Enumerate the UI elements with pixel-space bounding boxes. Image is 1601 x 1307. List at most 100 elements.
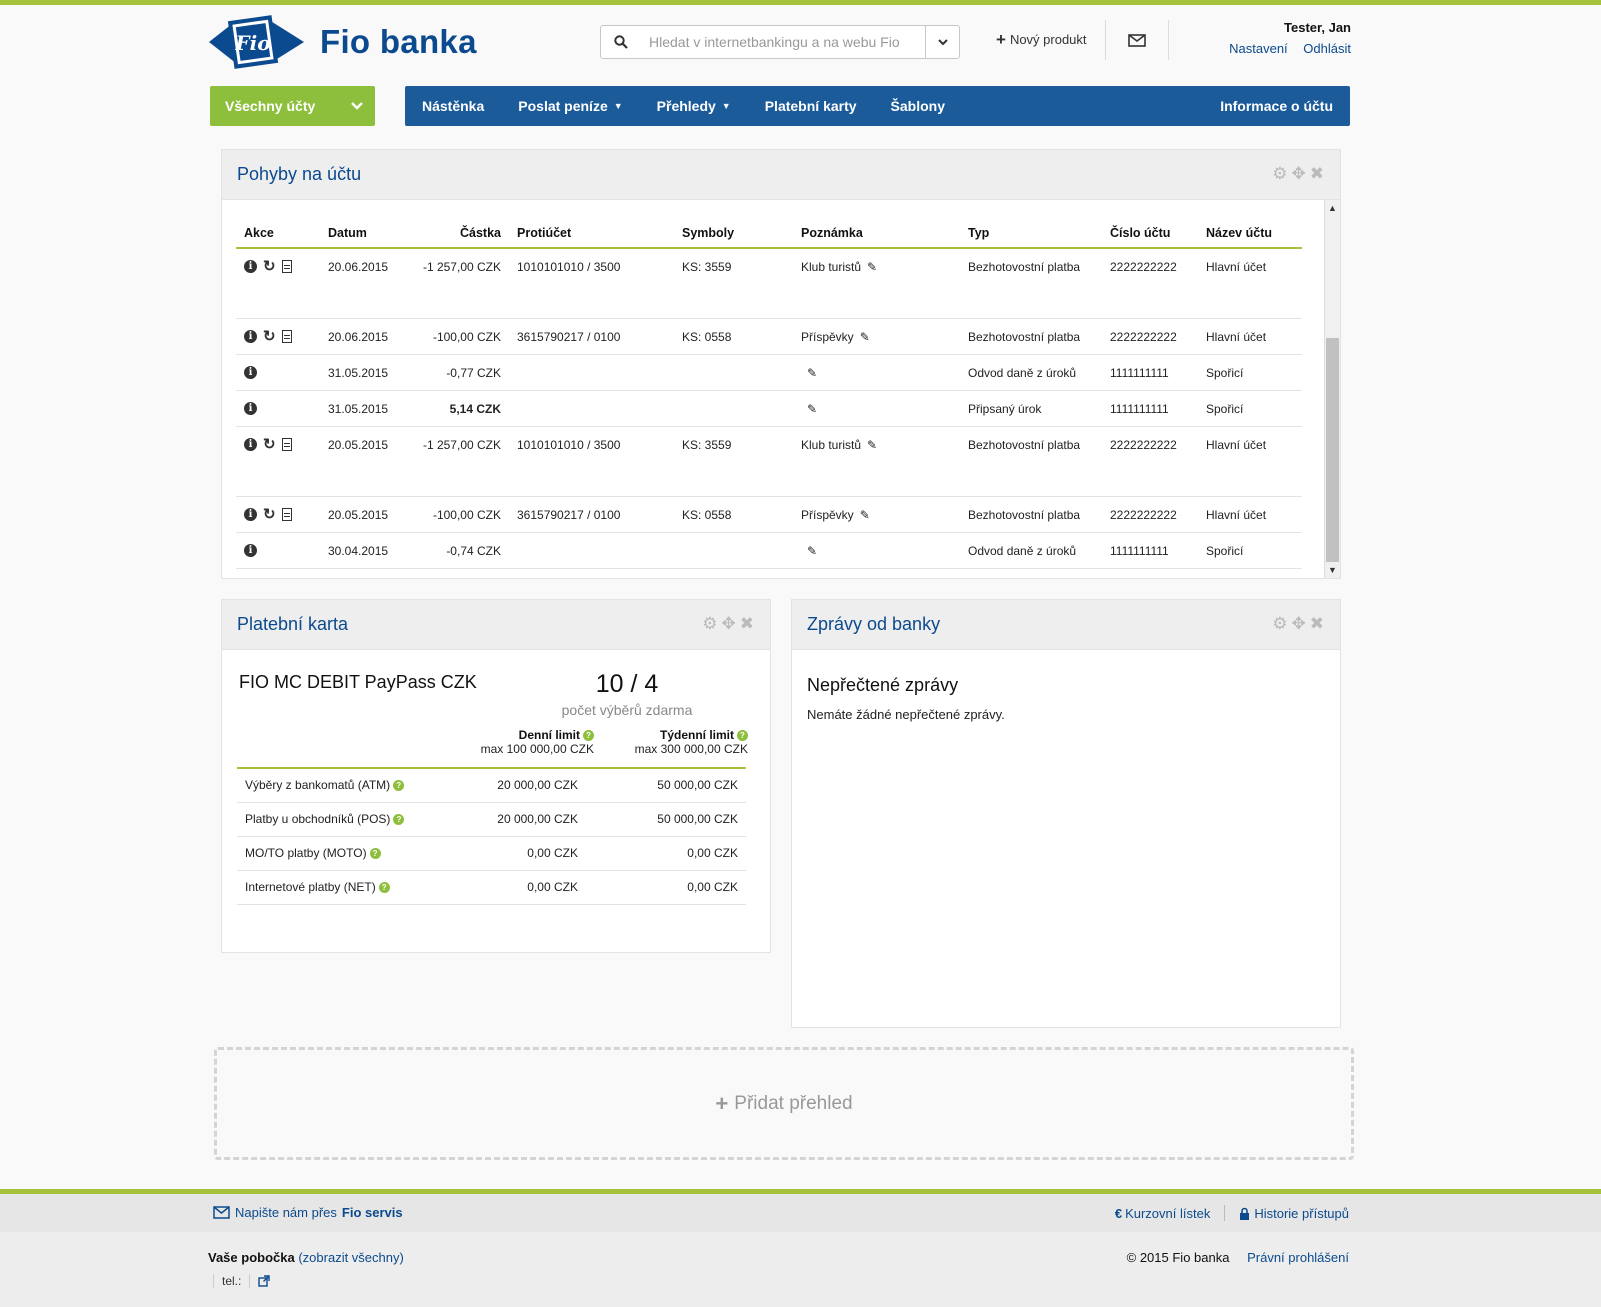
move-icon[interactable]: ✥	[1292, 614, 1306, 634]
footer-divider	[1224, 1205, 1226, 1221]
pencil-icon[interactable]: ✎	[807, 402, 817, 416]
col-header[interactable]: Poznámka	[793, 218, 960, 249]
fio-logo[interactable]: Fio Fio banka	[209, 14, 477, 70]
tx-amount: -100,00 CZK	[400, 318, 509, 355]
col-header[interactable]: Datum	[320, 218, 400, 249]
exchange-rates-link[interactable]: Kurzovní lístek	[1125, 1206, 1210, 1221]
scroll-down-icon[interactable]: ▼	[1325, 562, 1340, 578]
fio-servis-link[interactable]: Fio servis	[342, 1205, 403, 1220]
nav-item-overviews[interactable]: Přehledy ▼	[640, 98, 748, 114]
info-icon[interactable]: i	[244, 401, 257, 415]
pencil-icon[interactable]: ✎	[807, 544, 817, 558]
scroll-thumb[interactable]	[1326, 338, 1339, 562]
help-icon[interactable]: ?	[393, 780, 405, 792]
tx-symbols	[674, 532, 793, 569]
col-header[interactable]: Typ	[960, 218, 1102, 249]
mail-icon[interactable]	[1128, 34, 1146, 50]
table-row[interactable]: i ↻ 20.06.2015 -1 257,00 CZK 1010101010 /…	[236, 248, 1302, 319]
table-row[interactable]: i ↻ 20.06.2015 -100,00 CZK 3615790217 / 0…	[236, 318, 1302, 355]
show-all-branches-link[interactable]: (zobrazit všechny)	[298, 1250, 403, 1265]
document-icon[interactable]	[281, 260, 292, 273]
transactions-scrollbar[interactable]: ▲ ▼	[1324, 200, 1340, 578]
search-input[interactable]	[641, 26, 925, 58]
info-icon[interactable]: i	[244, 260, 257, 273]
pencil-icon[interactable]: ✎	[867, 260, 877, 274]
search-dropdown-button[interactable]	[925, 26, 959, 58]
tx-counter: 1010101010 / 3500	[509, 248, 674, 319]
new-product-button[interactable]: + Nový produkt	[996, 31, 1087, 48]
write-us-link[interactable]: Napište nám přes Fio servis	[213, 1205, 403, 1220]
col-header[interactable]: Akce	[236, 218, 320, 249]
settings-link[interactable]: Nastavení	[1229, 41, 1288, 56]
help-icon[interactable]: ?	[737, 730, 748, 741]
tx-date: 20.06.2015	[320, 318, 400, 355]
pencil-icon[interactable]: ✎	[807, 366, 817, 380]
weekly-limit-max: max 300 000,00 CZK	[634, 742, 748, 756]
limit-daily: 20 000,00 CZK	[461, 768, 586, 803]
tx-counter	[509, 354, 674, 391]
col-header[interactable]: Protiúčet	[509, 218, 674, 249]
nav-item-send-money[interactable]: Poslat peníze ▼	[501, 98, 639, 114]
col-header[interactable]: Symboly	[674, 218, 793, 249]
tx-type: Odvod daně z úroků	[960, 532, 1102, 569]
move-icon[interactable]: ✥	[1292, 164, 1306, 184]
pencil-icon[interactable]: ✎	[860, 508, 870, 522]
close-icon[interactable]: ✖	[1310, 164, 1324, 184]
col-header[interactable]: Název účtu	[1198, 218, 1302, 249]
close-icon[interactable]: ✖	[740, 614, 754, 634]
weekly-limit-label: Týdenní limit	[659, 728, 734, 742]
add-view-button[interactable]: + Přidat přehled	[214, 1047, 1354, 1160]
panel-title: Platební karta	[237, 614, 349, 634]
pencil-icon[interactable]: ✎	[867, 438, 877, 452]
nav-item-dashboard[interactable]: Nástěnka	[405, 98, 501, 114]
help-icon[interactable]: ?	[369, 848, 381, 859]
repeat-icon[interactable]: ↻	[263, 329, 276, 344]
help-icon[interactable]: ?	[393, 814, 405, 825]
help-icon[interactable]: ?	[378, 882, 390, 893]
tx-account: 2222222222	[1102, 426, 1198, 497]
external-link-icon[interactable]	[258, 1275, 271, 1287]
col-header[interactable]: Částka	[400, 218, 509, 249]
repeat-icon[interactable]: ↻	[263, 259, 276, 274]
repeat-icon[interactable]: ↻	[263, 507, 276, 522]
logo-mark: Fio	[209, 14, 304, 70]
info-icon[interactable]: i	[244, 329, 257, 343]
col-header[interactable]: Číslo účtu	[1102, 218, 1198, 249]
pencil-icon[interactable]: ✎	[860, 330, 870, 344]
info-icon[interactable]: i	[244, 437, 257, 451]
account-select[interactable]: Všechny účty	[210, 86, 375, 126]
table-row[interactable]: i 31.05.2015 5,14 CZK ✎ Připsaný úrok 11…	[236, 390, 1302, 427]
nav-item-account-info[interactable]: Informace o účtu	[1203, 98, 1350, 114]
logout-link[interactable]: Odhlásit	[1303, 41, 1351, 56]
move-icon[interactable]: ✥	[722, 614, 736, 634]
nav-item-templates[interactable]: Šablony	[874, 98, 962, 114]
help-icon[interactable]: ?	[583, 730, 594, 741]
tx-amount: -1 257,00 CZK	[400, 426, 509, 497]
table-header-row: Akce Datum Částka Protiúčet Symboly Pozn…	[236, 218, 1302, 249]
divider	[249, 1274, 251, 1288]
search-box	[600, 25, 960, 59]
table-row[interactable]: i 31.05.2015 -0,77 CZK ✎ Odvod daně z úr…	[236, 354, 1302, 391]
access-history-link[interactable]: Historie přístupů	[1254, 1206, 1349, 1221]
document-icon[interactable]	[281, 329, 292, 343]
info-icon[interactable]: i	[244, 543, 257, 557]
repeat-icon[interactable]: ↻	[263, 437, 276, 452]
gear-icon[interactable]: ⚙	[1272, 164, 1287, 184]
table-row: Internetové platby (NET)? 0,00 CZK 0,00 …	[237, 870, 746, 905]
gear-icon[interactable]: ⚙	[702, 614, 717, 634]
nav-item-payment-cards[interactable]: Platební karty	[748, 98, 874, 114]
close-icon[interactable]: ✖	[1310, 614, 1324, 634]
search-icon[interactable]	[601, 26, 641, 58]
document-icon[interactable]	[281, 507, 292, 521]
limit-daily: 0,00 CZK	[461, 870, 586, 905]
limit-label: Platby u obchodníků (POS)	[245, 812, 391, 826]
table-row[interactable]: i ↻ 20.05.2015 -100,00 CZK 3615790217 / 0…	[236, 496, 1302, 533]
table-row[interactable]: i ↻ 20.05.2015 -1 257,00 CZK 1010101010 /…	[236, 426, 1302, 497]
legal-link[interactable]: Právní prohlášení	[1247, 1250, 1349, 1265]
gear-icon[interactable]: ⚙	[1272, 614, 1287, 634]
info-icon[interactable]: i	[244, 507, 257, 521]
table-row[interactable]: i 30.04.2015 -0,74 CZK ✎ Odvod daně z úr…	[236, 532, 1302, 569]
scroll-up-icon[interactable]: ▲	[1325, 200, 1340, 216]
info-icon[interactable]: i	[244, 365, 257, 379]
document-icon[interactable]	[281, 437, 292, 451]
